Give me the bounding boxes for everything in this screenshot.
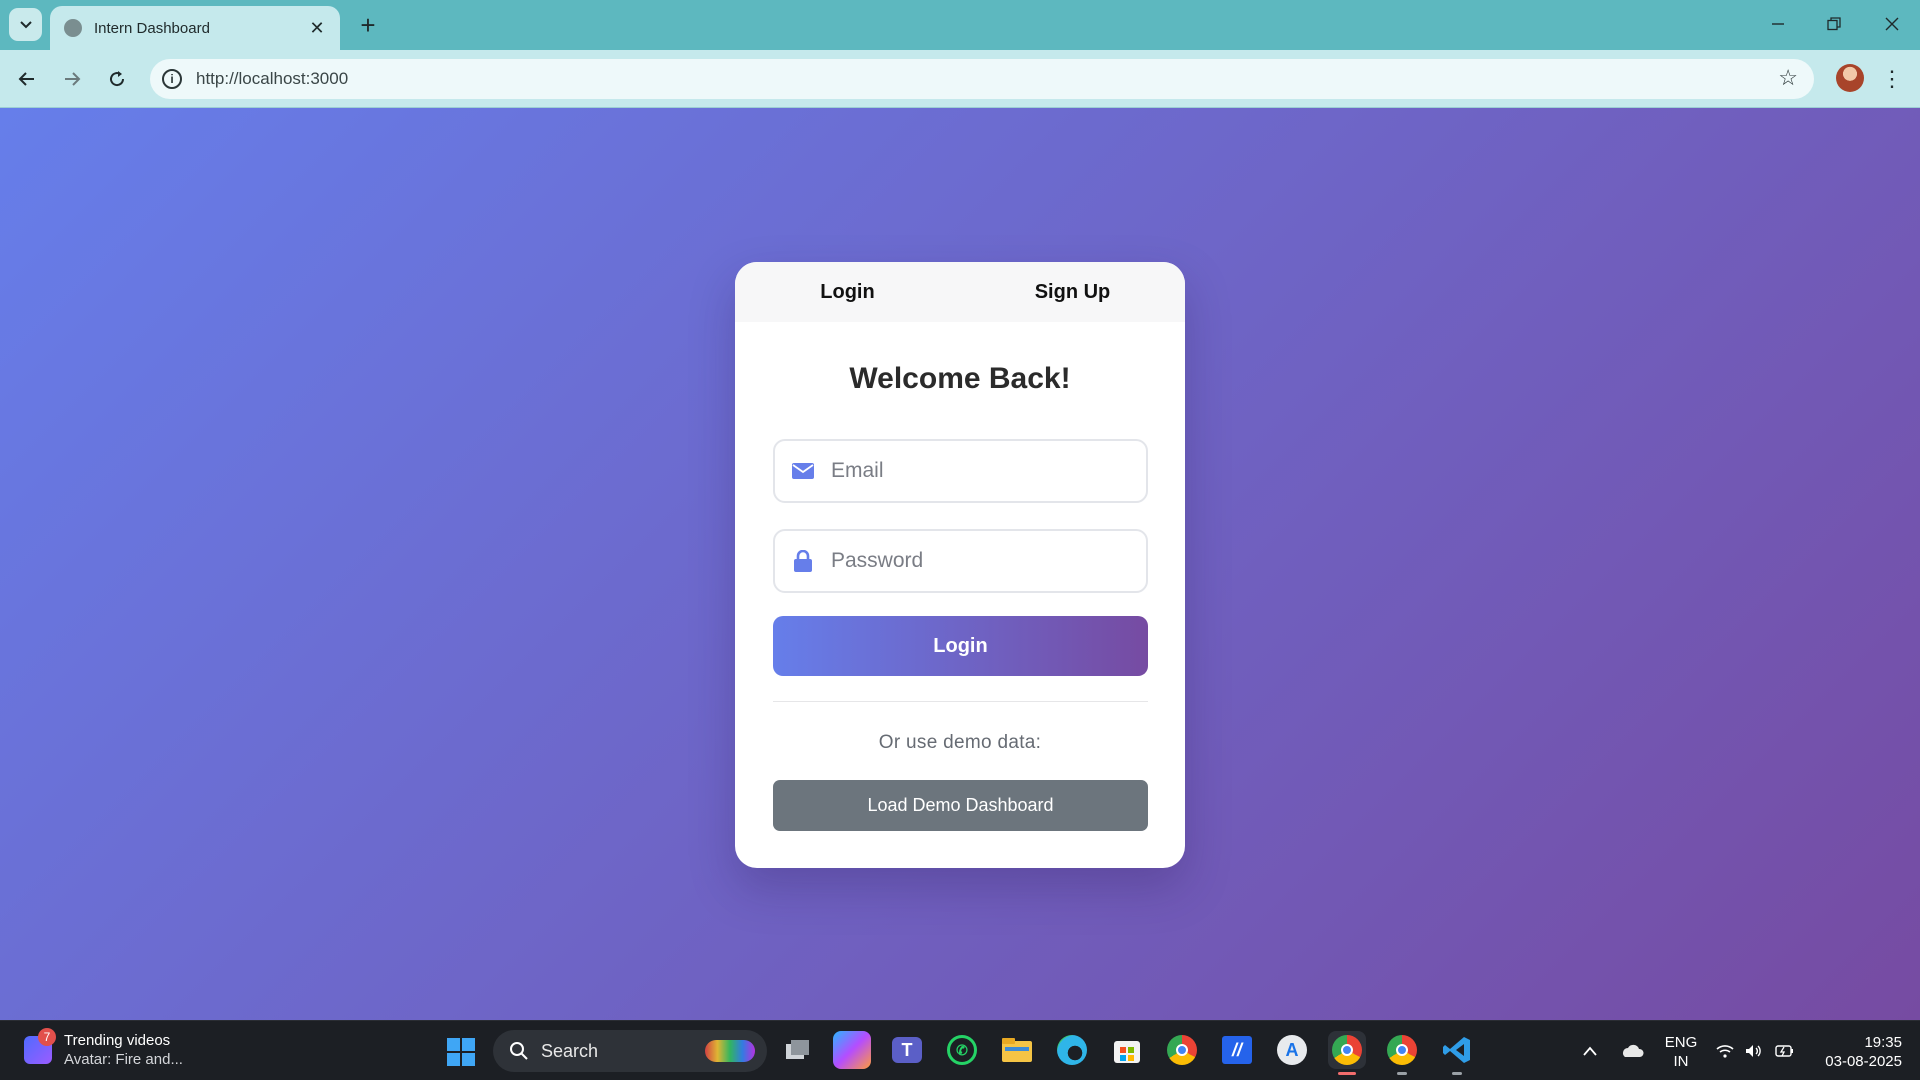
app-icon[interactable]: // — [1218, 1031, 1256, 1069]
search-highlight-icon — [705, 1040, 755, 1062]
browser-toolbar: i http://localhost:3000 ☆ ⋮ — [0, 50, 1920, 108]
clock-time: 19:35 — [1864, 1034, 1902, 1051]
envelope-icon — [791, 459, 815, 483]
tab-close-icon[interactable]: ✕ — [306, 17, 328, 39]
url-text: http://localhost:3000 — [196, 69, 349, 88]
profile-avatar[interactable] — [1836, 64, 1864, 92]
language-indicator[interactable]: ENG IN — [1660, 1033, 1702, 1071]
tray-overflow-icon[interactable] — [1582, 1021, 1598, 1080]
address-bar[interactable]: i http://localhost:3000 ☆ — [150, 59, 1814, 99]
android-studio-icon[interactable]: A — [1273, 1031, 1311, 1069]
volume-icon[interactable] — [1745, 1021, 1763, 1080]
restore-icon — [1827, 17, 1841, 31]
demo-hint-text: Or use demo data: — [878, 732, 1042, 753]
taskbar: 7 Trending videos Avatar: Fire and... Se… — [0, 1020, 1920, 1080]
tab-search-button[interactable] — [9, 8, 42, 41]
reload-button[interactable] — [100, 62, 134, 96]
task-view-icon[interactable] — [779, 1031, 817, 1069]
browser-tab[interactable]: Intern Dashboard ✕ — [50, 6, 340, 50]
region-code: IN — [1673, 1053, 1689, 1070]
minimize-button[interactable] — [1750, 0, 1806, 48]
close-icon — [1885, 17, 1899, 31]
notification-badge: 7 — [38, 1028, 56, 1046]
arrow-right-icon — [65, 72, 81, 86]
teams-icon[interactable]: T — [888, 1031, 926, 1069]
chrome-profile-icon[interactable] — [1383, 1031, 1421, 1075]
page-background: Login Sign Up Welcome Back! Login Or use… — [0, 108, 1920, 1020]
site-info-icon[interactable]: i — [162, 69, 182, 89]
windows-start-icon[interactable] — [447, 1038, 475, 1066]
file-explorer-icon[interactable] — [998, 1031, 1036, 1069]
browser-tabstrip: Intern Dashboard ✕ + — [0, 0, 1920, 50]
forward-button[interactable] — [55, 62, 89, 96]
onedrive-icon[interactable] — [1620, 1021, 1644, 1080]
clock-date: 03-08-2025 — [1825, 1053, 1902, 1070]
auth-card: Login Sign Up Welcome Back! Login Or use… — [735, 262, 1185, 868]
copilot-icon[interactable] — [833, 1031, 871, 1069]
login-button[interactable]: Login — [773, 616, 1148, 676]
language-code: ENG — [1664, 1034, 1698, 1051]
close-window-button[interactable] — [1864, 0, 1920, 48]
divider — [773, 701, 1148, 702]
minimize-icon — [1772, 23, 1784, 25]
password-field[interactable] — [773, 529, 1148, 593]
password-input[interactable] — [831, 549, 1131, 573]
clock[interactable]: 19:35 03-08-2025 — [1810, 1033, 1902, 1071]
microsoft-store-icon[interactable] — [1108, 1031, 1146, 1069]
chrome-active-icon[interactable] — [1328, 1031, 1366, 1075]
edge-icon[interactable] — [1053, 1031, 1091, 1069]
tab-login[interactable]: Login — [735, 262, 960, 322]
auth-tabs: Login Sign Up — [735, 262, 1185, 322]
search-label: Search — [541, 1040, 599, 1061]
battery-icon[interactable] — [1775, 1021, 1795, 1080]
new-tab-button[interactable]: + — [353, 10, 383, 40]
widgets-icon: 7 — [24, 1028, 56, 1064]
taskbar-search[interactable]: Search — [493, 1030, 767, 1072]
page-title: Welcome Back! — [849, 362, 1071, 395]
news-widget[interactable]: 7 Trending videos Avatar: Fire and... — [24, 1028, 183, 1069]
back-button[interactable] — [10, 62, 44, 96]
reload-icon — [110, 71, 125, 87]
email-input[interactable] — [831, 459, 1131, 483]
chrome-icon[interactable] — [1163, 1031, 1201, 1069]
bookmark-star-icon[interactable]: ☆ — [1778, 65, 1798, 91]
news-title: Trending videos — [64, 1032, 171, 1049]
globe-icon — [64, 19, 82, 37]
load-demo-button[interactable]: Load Demo Dashboard — [773, 780, 1148, 831]
whatsapp-icon[interactable]: ✆ — [943, 1031, 981, 1069]
news-subtitle: Avatar: Fire and... — [64, 1051, 183, 1068]
restore-button[interactable] — [1806, 0, 1862, 48]
arrow-left-icon — [18, 72, 34, 86]
search-icon — [510, 1042, 528, 1060]
tab-signup[interactable]: Sign Up — [960, 262, 1185, 322]
lock-icon — [791, 549, 815, 573]
wifi-icon[interactable] — [1716, 1021, 1734, 1080]
chevron-down-icon — [19, 20, 32, 28]
browser-menu-icon[interactable]: ⋮ — [1880, 62, 1904, 96]
email-field[interactable] — [773, 439, 1148, 503]
tab-title: Intern Dashboard — [94, 19, 210, 37]
vscode-icon[interactable] — [1438, 1031, 1476, 1075]
